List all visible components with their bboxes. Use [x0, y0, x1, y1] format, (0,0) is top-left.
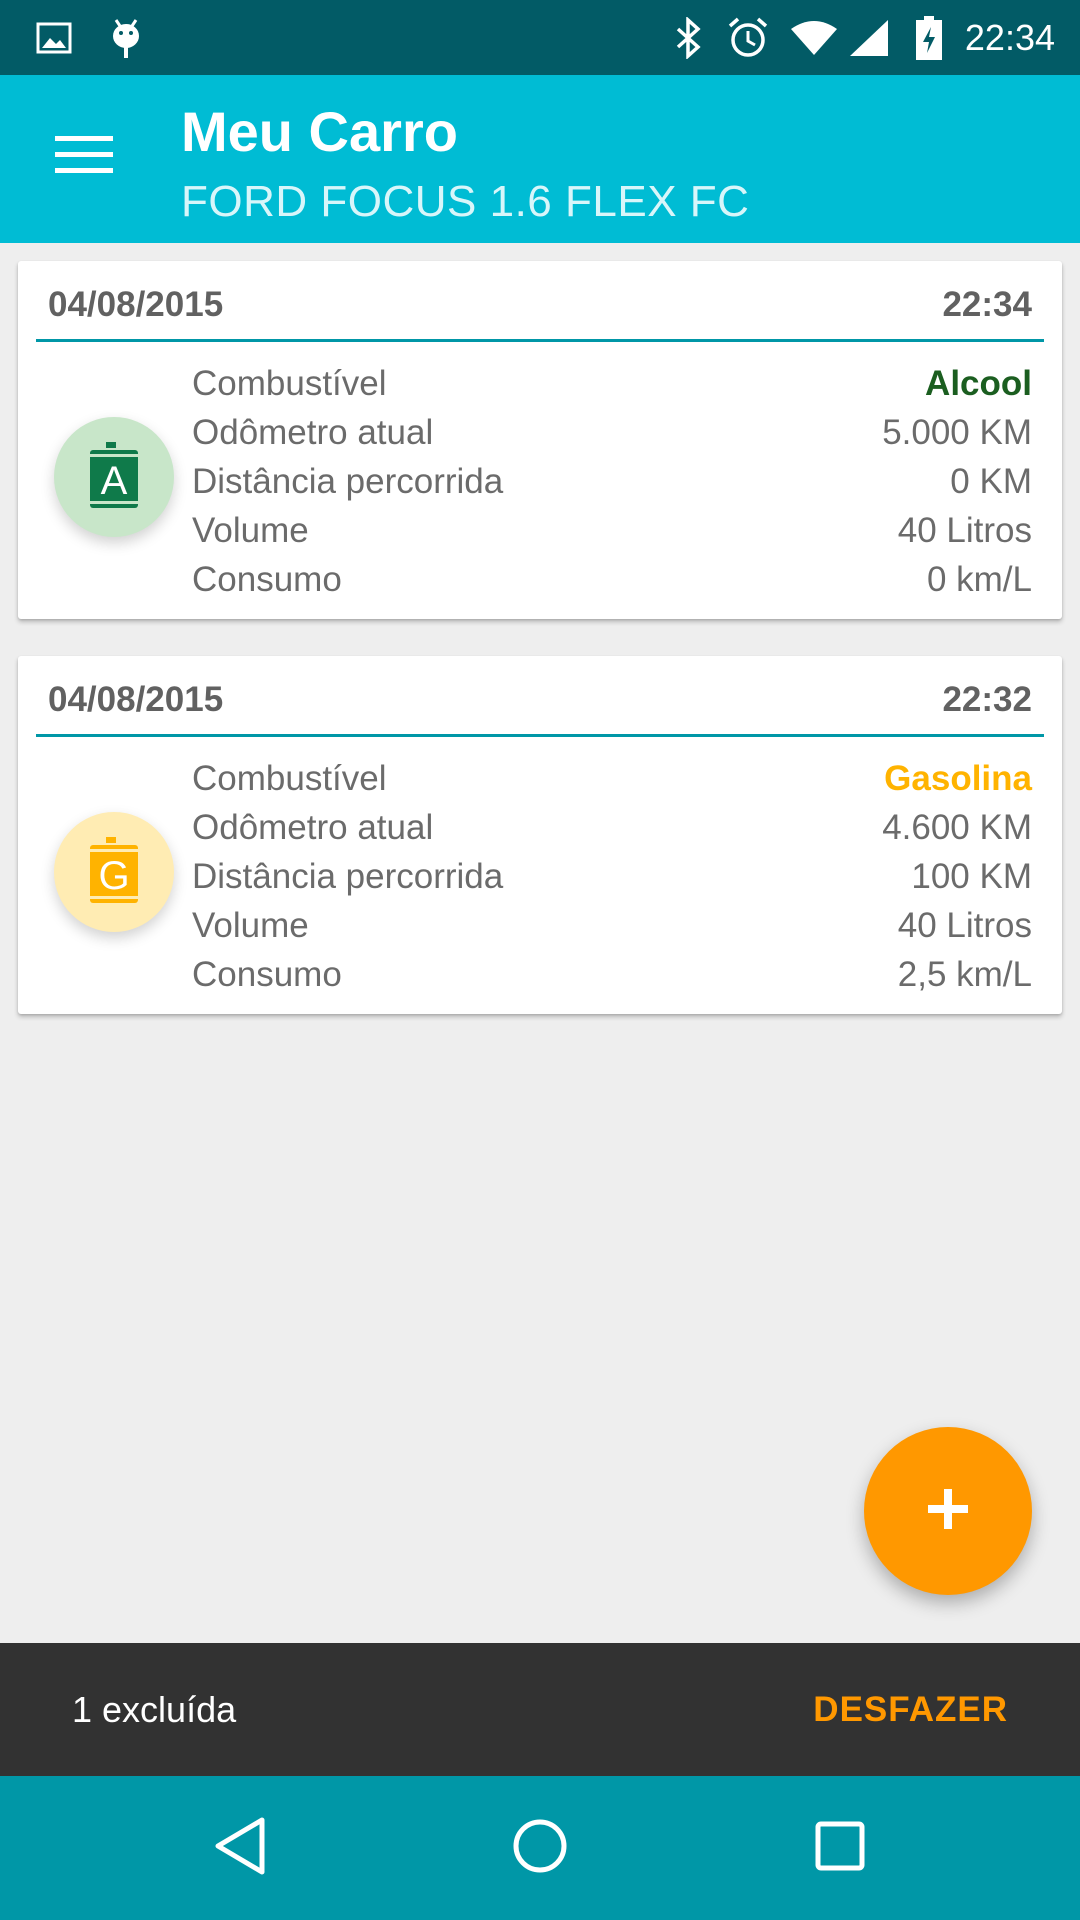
menu-button[interactable]: [44, 127, 124, 187]
system-nav-bar: [0, 1776, 1080, 1920]
card-divider: [36, 734, 1044, 737]
odometer-row: Odômetro atual 4.600 KM: [192, 803, 1032, 852]
card-time: 22:34: [942, 285, 1032, 324]
alarm-icon: [724, 0, 772, 75]
refuel-card[interactable]: 04/08/2015 22:34 A Combustível Alcool Od…: [18, 261, 1062, 619]
status-bar: 22:34: [0, 0, 1080, 75]
card-details: Combustível Alcool Odômetro atual 5.000 …: [192, 359, 1032, 604]
volume-label: Volume: [192, 905, 309, 945]
image-icon: [34, 0, 74, 75]
odometer-row: Odômetro atual 5.000 KM: [192, 408, 1032, 457]
distance-row: Distância percorrida 100 KM: [192, 852, 1032, 901]
fuel-badge-alcohol: A: [54, 417, 174, 537]
snackbar-message: 1 excluída: [72, 1689, 237, 1730]
consumption-label: Consumo: [192, 559, 342, 599]
consumption-value: 2,5 km/L: [897, 954, 1032, 994]
back-icon: [212, 1816, 268, 1881]
app-title: Meu Carro: [181, 100, 458, 163]
consumption-row: Consumo 2,5 km/L: [192, 950, 1032, 999]
volume-value: 40 Litros: [897, 510, 1032, 550]
fuel-value: Alcool: [925, 363, 1032, 403]
back-button[interactable]: [170, 1776, 310, 1920]
fuel-can-icon: G: [86, 835, 142, 910]
battery-charging-icon: [912, 0, 946, 75]
card-divider: [36, 339, 1044, 342]
refuel-card[interactable]: 04/08/2015 22:32 G Combustível Gasolina …: [18, 656, 1062, 1014]
consumption-value: 0 km/L: [926, 559, 1032, 599]
distance-label: Distância percorrida: [192, 856, 504, 896]
hamburger-menu-icon: [55, 134, 113, 181]
status-clock: 22:34: [964, 17, 1055, 58]
cell-signal-icon: [846, 0, 892, 75]
odometer-label: Odômetro atual: [192, 807, 434, 847]
volume-label: Volume: [192, 510, 309, 550]
vehicle-subtitle: FORD FOCUS 1.6 FLEX FC: [181, 177, 750, 226]
android-debug-icon: [106, 0, 146, 75]
home-button[interactable]: [470, 1776, 610, 1920]
snackbar: 1 excluída DESFAZER: [0, 1643, 1080, 1776]
consumption-row: Consumo 0 km/L: [192, 555, 1032, 604]
consumption-label: Consumo: [192, 954, 342, 994]
wifi-icon: [788, 0, 840, 75]
undo-button[interactable]: DESFAZER: [813, 1643, 1008, 1776]
fuel-badge-gasoline: G: [54, 812, 174, 932]
card-date: 04/08/2015: [48, 285, 224, 324]
distance-value: 0 KM: [950, 461, 1032, 501]
card-time: 22:32: [942, 680, 1032, 719]
fuel-can-icon: A: [86, 440, 142, 515]
badge-letter: A: [101, 459, 128, 503]
fuel-label: Combustível: [192, 758, 387, 798]
app-bar: Meu Carro FORD FOCUS 1.6 FLEX FC: [0, 75, 1080, 243]
fuel-value: Gasolina: [884, 758, 1032, 798]
odometer-label: Odômetro atual: [192, 412, 434, 452]
distance-label: Distância percorrida: [192, 461, 504, 501]
recents-icon: [814, 1820, 866, 1877]
recents-button[interactable]: [770, 1776, 910, 1920]
plus-icon: [926, 1487, 970, 1536]
distance-row: Distância percorrida 0 KM: [192, 457, 1032, 506]
fuel-row: Combustível Alcool: [192, 359, 1032, 408]
volume-value: 40 Litros: [897, 905, 1032, 945]
bluetooth-icon: [672, 0, 706, 75]
fuel-label: Combustível: [192, 363, 387, 403]
add-refuel-button[interactable]: [864, 1427, 1032, 1595]
screen: 22:34 Meu Carro FORD FOCUS 1.6 FLEX FC 0…: [0, 0, 1080, 1920]
volume-row: Volume 40 Litros: [192, 901, 1032, 950]
odometer-value: 5.000 KM: [882, 412, 1032, 452]
card-details: Combustível Gasolina Odômetro atual 4.60…: [192, 754, 1032, 999]
odometer-value: 4.600 KM: [882, 807, 1032, 847]
home-icon: [512, 1818, 568, 1879]
fuel-row: Combustível Gasolina: [192, 754, 1032, 803]
distance-value: 100 KM: [911, 856, 1032, 896]
volume-row: Volume 40 Litros: [192, 506, 1032, 555]
badge-letter: G: [98, 854, 129, 898]
card-date: 04/08/2015: [48, 680, 224, 719]
